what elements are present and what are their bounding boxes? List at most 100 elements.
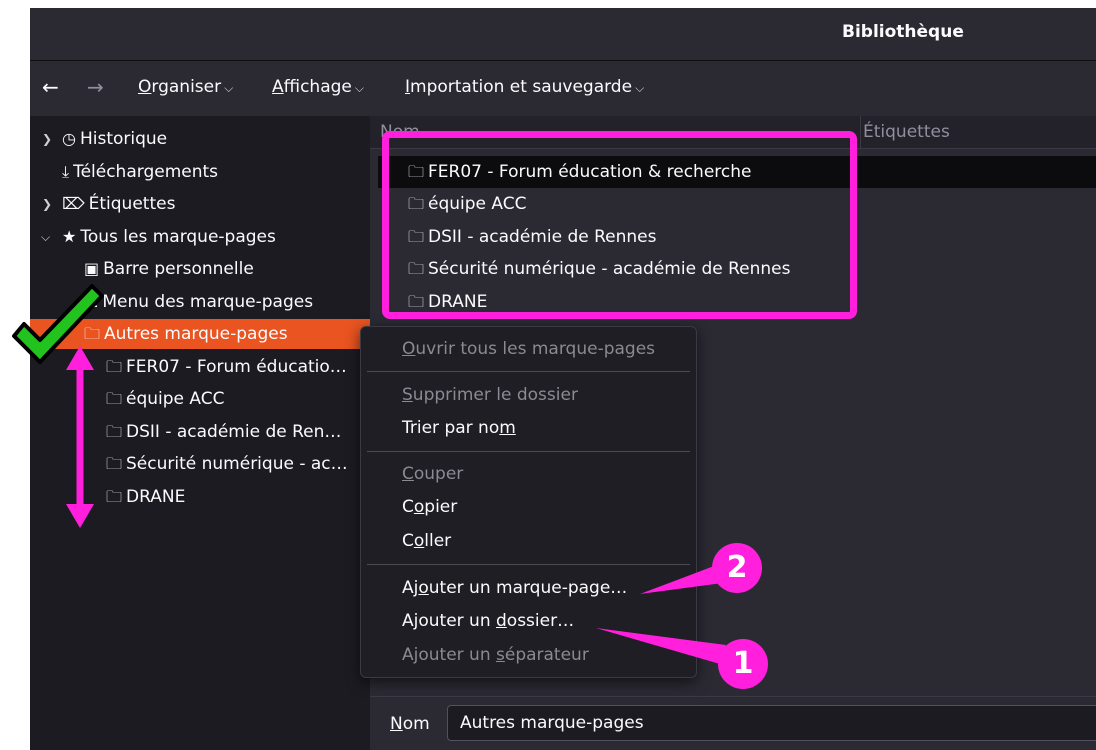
menu-item-delete-folder[interactable]: Supprimer le dossier <box>402 385 578 405</box>
column-tags-header[interactable]: Étiquettes <box>860 116 950 148</box>
name-label: Nom <box>390 714 430 734</box>
sidebar-item-drane[interactable]: 🗀 DRANE <box>30 482 370 512</box>
list-item[interactable]: 🗀 FER07 - Forum éducation & recherche <box>378 156 1096 188</box>
menu-text: C <box>402 497 414 517</box>
list-item[interactable]: 🗀 DRANE <box>378 286 1096 318</box>
menu-accel: C <box>402 464 414 484</box>
folder-icon: 🗀 <box>84 324 101 343</box>
sidebar-item-dsii[interactable]: 🗀 DSII - académie de Ren… <box>30 417 370 447</box>
sidebar-item-label: Autres marque-pages <box>104 324 288 344</box>
list-item[interactable]: 🗀 équipe ACC <box>378 188 1096 220</box>
folder-icon: 🗀 <box>106 487 123 506</box>
window-title: Bibliothèque <box>842 22 964 42</box>
menu-accel: d <box>496 611 507 631</box>
organize-label: rganiser <box>151 77 222 97</box>
view-label: ffichage <box>283 77 352 97</box>
menu-accel: S <box>402 385 413 405</box>
sidebar-item-other-bookmarks[interactable]: 🗀 Autres marque-pages <box>30 319 370 349</box>
menu-accel: O <box>402 339 416 359</box>
list-item-label: FER07 - Forum éducation & recherche <box>428 162 752 182</box>
menu-item-copy[interactable]: Copier <box>402 497 457 517</box>
sidebar-item-label: Tous les marque-pages <box>80 227 276 247</box>
download-icon: ⤓ <box>62 162 70 181</box>
menu-accel: s <box>496 645 505 665</box>
folder-icon: 🗀 <box>106 357 123 376</box>
details-bar: Nom <box>370 696 1096 750</box>
sidebar-item-label: Étiquettes <box>88 194 176 214</box>
sidebar-item-label: Menu des marque-pages <box>102 292 314 312</box>
menu-text: C <box>402 531 414 551</box>
menu-item-paste[interactable]: Coller <box>402 531 451 551</box>
folder-icon: 🗀 <box>408 259 425 278</box>
sidebar-item-equipe-acc[interactable]: 🗀 équipe ACC <box>30 384 370 414</box>
menu-text: Aj <box>402 578 419 598</box>
folder-icon: 🗀 <box>408 292 425 311</box>
star-icon: ★ <box>62 227 77 246</box>
sidebar-item-label: DSII - académie de Ren… <box>126 422 342 442</box>
organize-accel: O <box>138 77 152 97</box>
bookmarks-toolbar-icon: ▣ <box>84 259 100 278</box>
menu-item-add-bookmark[interactable]: Ajouter un marque-page… <box>402 578 627 598</box>
menu-separator <box>367 371 690 372</box>
chevron-right-icon[interactable]: ❯ <box>42 124 52 154</box>
sidebar-item-securite[interactable]: 🗀 Sécurité numérique - ac… <box>30 449 370 479</box>
name-label-accel: N <box>390 714 403 734</box>
column-name-header[interactable]: Nom <box>380 116 420 148</box>
sidebar-item-label: Téléchargements <box>73 162 219 182</box>
list-item-label: équipe ACC <box>428 194 527 214</box>
menu-item-sort-by-name[interactable]: Trier par nom <box>402 418 516 438</box>
sidebar-item-all-bookmarks[interactable]: ⌵ ★ Tous les marque-pages <box>30 222 370 252</box>
screenshot-stage: Bibliothèque ← → Organiser ⌵ Affichage ⌵ I… <box>0 0 1096 750</box>
menu-item-open-all[interactable]: Ouvrir tous les marque-pages <box>402 339 655 359</box>
chevron-down-icon[interactable]: ⌵ <box>41 222 50 252</box>
tag-icon: ⌦ <box>62 194 85 213</box>
folder-icon: 🗀 <box>408 194 425 213</box>
folder-icon: 🗀 <box>106 422 123 441</box>
menu-item-add-folder[interactable]: Ajouter un dossier… <box>402 611 574 631</box>
sidebar-item-history[interactable]: ❯ ◷ Historique <box>30 124 370 154</box>
sidebar-item-fer07[interactable]: 🗀 FER07 - Forum éducatio… <box>30 352 370 382</box>
view-menu-button[interactable]: Affichage ⌵ <box>272 77 364 97</box>
menu-text: Ajouter un <box>402 645 496 665</box>
sidebar-item-label: FER07 - Forum éducatio… <box>126 357 347 377</box>
title-bar: Bibliothèque <box>30 8 1096 61</box>
chevron-down-icon: ⌵ <box>354 81 364 95</box>
places-tree: ❯ ◷ Historique ⤓ Téléchargements ❯ ⌦ Étique… <box>30 116 370 750</box>
sidebar-item-label: Sécurité numérique - ac… <box>126 454 348 474</box>
menu-text: uter un marque-page… <box>428 578 628 598</box>
menu-accel: m <box>499 418 516 438</box>
name-input[interactable] <box>447 705 1096 741</box>
chevron-right-icon[interactable]: ❯ <box>42 189 52 219</box>
menu-separator <box>367 451 690 452</box>
list-item[interactable]: 🗀 DSII - académie de Rennes <box>378 221 1096 253</box>
folder-icon: 🗀 <box>106 389 123 408</box>
list-item[interactable]: 🗀 Sécurité numérique - académie de Rennes <box>378 253 1096 285</box>
view-accel: A <box>272 77 284 97</box>
clock-icon: ◷ <box>62 129 76 148</box>
toolbar: ← → Organiser ⌵ Affichage ⌵ Importation et… <box>30 61 1096 116</box>
menu-text: ller <box>424 531 452 551</box>
back-button[interactable]: ← <box>42 76 59 98</box>
sidebar-item-tags[interactable]: ❯ ⌦ Étiquettes <box>30 189 370 219</box>
sidebar-item-label: équipe ACC <box>126 389 225 409</box>
bookmarks-menu-icon: ☰ <box>84 292 99 311</box>
menu-separator <box>367 564 690 565</box>
import-backup-menu-button[interactable]: Importation et sauvegarde ⌵ <box>405 77 644 97</box>
menu-item-cut[interactable]: Couper <box>402 464 463 484</box>
menu-text: uvrir tous les marque-pages <box>415 339 656 359</box>
sidebar-item-bookmarks-toolbar[interactable]: ▣ Barre personnelle <box>30 254 370 284</box>
chevron-down-icon: ⌵ <box>224 81 234 95</box>
menu-text: éparateur <box>504 645 589 665</box>
name-label-text: om <box>402 714 430 734</box>
menu-item-add-separator[interactable]: Ajouter un séparateur <box>402 645 589 665</box>
sidebar-item-label: Historique <box>79 129 168 149</box>
sidebar-item-downloads[interactable]: ⤓ Téléchargements <box>30 157 370 187</box>
menu-text: upprimer le dossier <box>412 385 578 405</box>
organize-menu-button[interactable]: Organiser ⌵ <box>138 77 233 97</box>
sidebar-item-bookmarks-menu[interactable]: ☰ Menu des marque-pages <box>30 287 370 317</box>
folder-icon: 🗀 <box>408 227 425 246</box>
forward-button[interactable]: → <box>87 76 104 98</box>
menu-text: pier <box>424 497 458 517</box>
column-header: Nom Étiquettes <box>370 116 1096 149</box>
annotation-badge-2: 2 <box>712 543 762 593</box>
